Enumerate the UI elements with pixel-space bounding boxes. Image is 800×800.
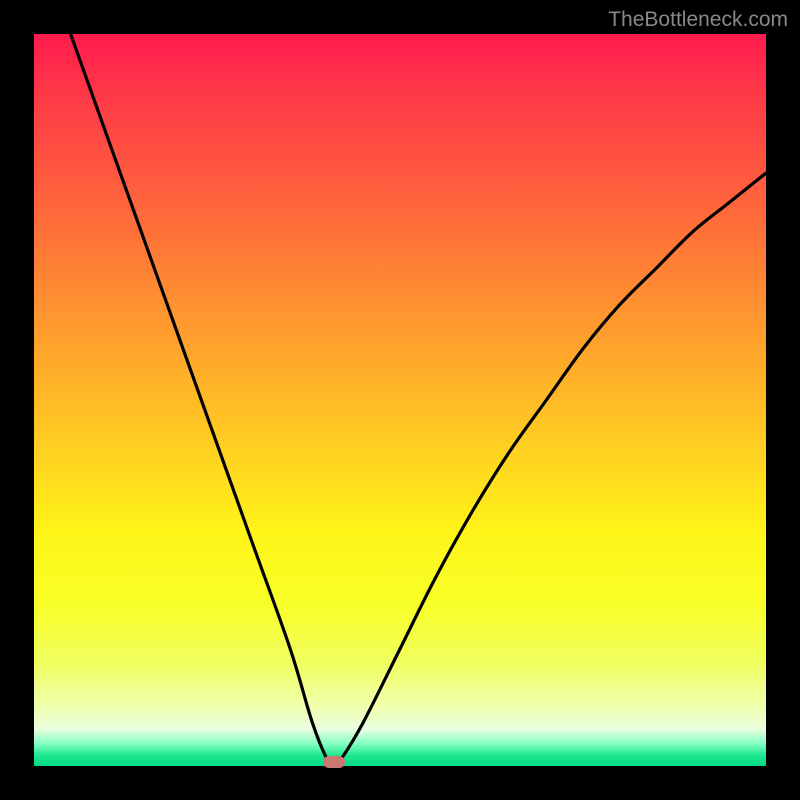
curve-svg <box>34 34 766 766</box>
bottleneck-curve-path <box>71 34 766 766</box>
minimum-marker <box>323 756 345 768</box>
watermark-text: TheBottleneck.com <box>608 8 788 32</box>
plot-area <box>34 34 766 766</box>
chart-frame: TheBottleneck.com <box>0 0 800 800</box>
